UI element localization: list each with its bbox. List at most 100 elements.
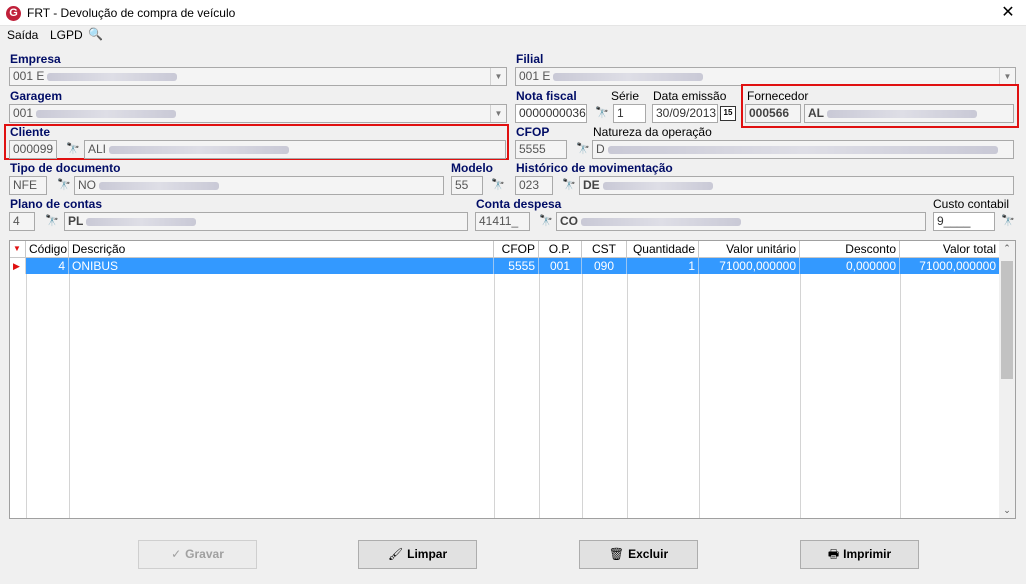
redacted-text (47, 72, 178, 81)
imprimir-label: Imprimir (843, 547, 892, 561)
col-header-codigo[interactable]: Código (26, 241, 69, 258)
app-logo-icon: G (6, 6, 21, 21)
items-grid[interactable]: ▼ Código Descrição CFOP O.P. CST Quantid… (9, 240, 1016, 519)
cfop-input[interactable]: 5555 (515, 140, 567, 159)
scroll-down-icon[interactable]: ⌄ (999, 505, 1015, 516)
fornecedor-name-input[interactable]: AL (804, 104, 1014, 123)
cell-codigo[interactable]: 4 (26, 258, 69, 274)
cell-descricao[interactable]: ONIBUS (69, 258, 494, 274)
plano-contas-code-input[interactable]: 4 (9, 212, 35, 231)
historico-code-input[interactable]: 023 (515, 176, 553, 195)
cliente-code-input[interactable]: 000099 (9, 140, 57, 159)
imprimir-button[interactable]: 🖶 Imprimir (800, 540, 919, 569)
binoculars-icon[interactable]: 🔭 (65, 142, 81, 155)
sort-arrow-icon[interactable]: ▼ (10, 241, 26, 258)
binoculars-icon[interactable]: 🔭 (1000, 214, 1016, 227)
col-header-desconto[interactable]: Desconto (800, 241, 900, 258)
fornecedor-code-input[interactable]: 000566 (745, 104, 801, 123)
limpar-label: Limpar (407, 547, 448, 561)
empresa-combo[interactable]: 001 E ▼ (9, 67, 507, 86)
cell-valor-unitario[interactable]: 71000,000000 (699, 258, 800, 274)
custo-contabil-input[interactable]: 9____ (933, 212, 995, 231)
calendar-icon[interactable]: 15 (720, 106, 736, 121)
redacted-text (109, 145, 290, 154)
chevron-down-icon[interactable]: ▼ (490, 68, 506, 85)
cell-cfop[interactable]: 5555 (494, 258, 539, 274)
empresa-label: Empresa (10, 52, 61, 66)
col-header-cfop[interactable]: CFOP (494, 241, 539, 258)
tipo-documento-code-input[interactable]: NFE (9, 176, 47, 195)
empresa-value: 001 E (13, 69, 45, 83)
data-emissao-input[interactable]: 30/09/2013 (652, 104, 718, 123)
search-icon[interactable]: 🔍 (88, 27, 103, 41)
historico-label: Histórico de movimentação (516, 161, 673, 175)
cliente-name: ALI (88, 142, 107, 156)
cliente-label: Cliente (10, 125, 51, 139)
col-header-valor-unitario[interactable]: Valor unitário (699, 241, 800, 258)
serie-input[interactable]: 1 (613, 104, 646, 123)
chevron-down-icon[interactable]: ▼ (999, 68, 1015, 85)
gravar-button[interactable]: ✓ Gravar (138, 540, 257, 569)
cell-cst[interactable]: 090 (582, 258, 627, 274)
natureza-label: Natureza da operação (593, 125, 712, 139)
natureza-input[interactable]: D (592, 140, 1014, 159)
cell-quantidade[interactable]: 1 (627, 258, 699, 274)
row-pointer-icon: ▶ (10, 258, 26, 274)
col-header-cst[interactable]: CST (582, 241, 627, 258)
title-bar: G FRT - Devolução de compra de veículo ✕ (0, 0, 1026, 26)
garagem-label: Garagem (10, 89, 63, 103)
scroll-up-icon[interactable]: ⌃ (999, 243, 1015, 254)
modelo-label: Modelo (451, 161, 493, 175)
tipo-documento-label: Tipo de documento (10, 161, 121, 175)
menu-saida[interactable]: Saída (7, 28, 38, 42)
menu-lgpd[interactable]: LGPD (50, 28, 83, 42)
conta-despesa-code-input[interactable]: 41411_ (475, 212, 530, 231)
historico-name-input[interactable]: DE (579, 176, 1014, 195)
garagem-combo[interactable]: 001 ▼ (9, 104, 507, 123)
custo-contabil-label: Custo contabil (933, 197, 1010, 211)
binoculars-icon[interactable]: 🔭 (56, 178, 72, 191)
binoculars-icon[interactable]: 🔭 (575, 142, 591, 155)
trash-icon: 🗑 (608, 547, 625, 561)
cliente-name-input[interactable]: ALI (84, 140, 506, 159)
col-header-op[interactable]: O.P. (539, 241, 582, 258)
cell-valor-total[interactable]: 71000,000000 (900, 258, 1000, 274)
conta-despesa-name-input[interactable]: CO (556, 212, 926, 231)
excluir-button[interactable]: 🗑 Excluir (579, 540, 698, 569)
plano-contas-label: Plano de contas (10, 197, 103, 211)
redacted-text (827, 109, 977, 118)
binoculars-icon[interactable]: 🔭 (490, 178, 506, 191)
binoculars-icon[interactable]: 🔭 (44, 214, 60, 227)
redacted-text (602, 181, 713, 190)
col-header-valor-total[interactable]: Valor total (900, 241, 1000, 258)
binoculars-icon[interactable]: 🔭 (594, 106, 610, 119)
redacted-text (581, 217, 741, 226)
gravar-label: Gravar (185, 547, 224, 561)
filial-label: Filial (516, 52, 544, 66)
serie-label: Série (611, 89, 640, 103)
limpar-button[interactable]: 🖌 Limpar (358, 540, 477, 569)
nota-fiscal-input[interactable]: 0000000036 (515, 104, 587, 123)
binoculars-icon[interactable]: 🔭 (538, 214, 554, 227)
historico-name: DE (583, 178, 600, 192)
cell-desconto[interactable]: 0,000000 (800, 258, 900, 274)
binoculars-icon[interactable]: 🔭 (561, 178, 577, 191)
grid-scrollbar[interactable]: ⌃ ⌄ (999, 241, 1015, 518)
fornecedor-name: AL (808, 106, 824, 120)
tipo-documento-name-input[interactable]: NO (74, 176, 444, 195)
col-header-quantidade[interactable]: Quantidade (627, 241, 699, 258)
chevron-down-icon[interactable]: ▼ (490, 105, 506, 122)
modelo-input[interactable]: 55 (451, 176, 483, 195)
brush-icon: 🖌 (387, 547, 404, 561)
close-window-button[interactable]: ✕ (990, 0, 1026, 26)
col-header-descricao[interactable]: Descrição (69, 241, 494, 258)
fornecedor-label: Fornecedor (747, 89, 809, 103)
excluir-label: Excluir (628, 547, 669, 561)
cell-op[interactable]: 001 (539, 258, 582, 274)
filial-value: 001 E (519, 69, 551, 83)
redacted-text (86, 217, 197, 226)
plano-contas-name-input[interactable]: PL (64, 212, 468, 231)
window-title: FRT - Devolução de compra de veículo (27, 6, 236, 20)
scroll-thumb[interactable] (1001, 261, 1013, 379)
redacted-text (99, 181, 219, 190)
